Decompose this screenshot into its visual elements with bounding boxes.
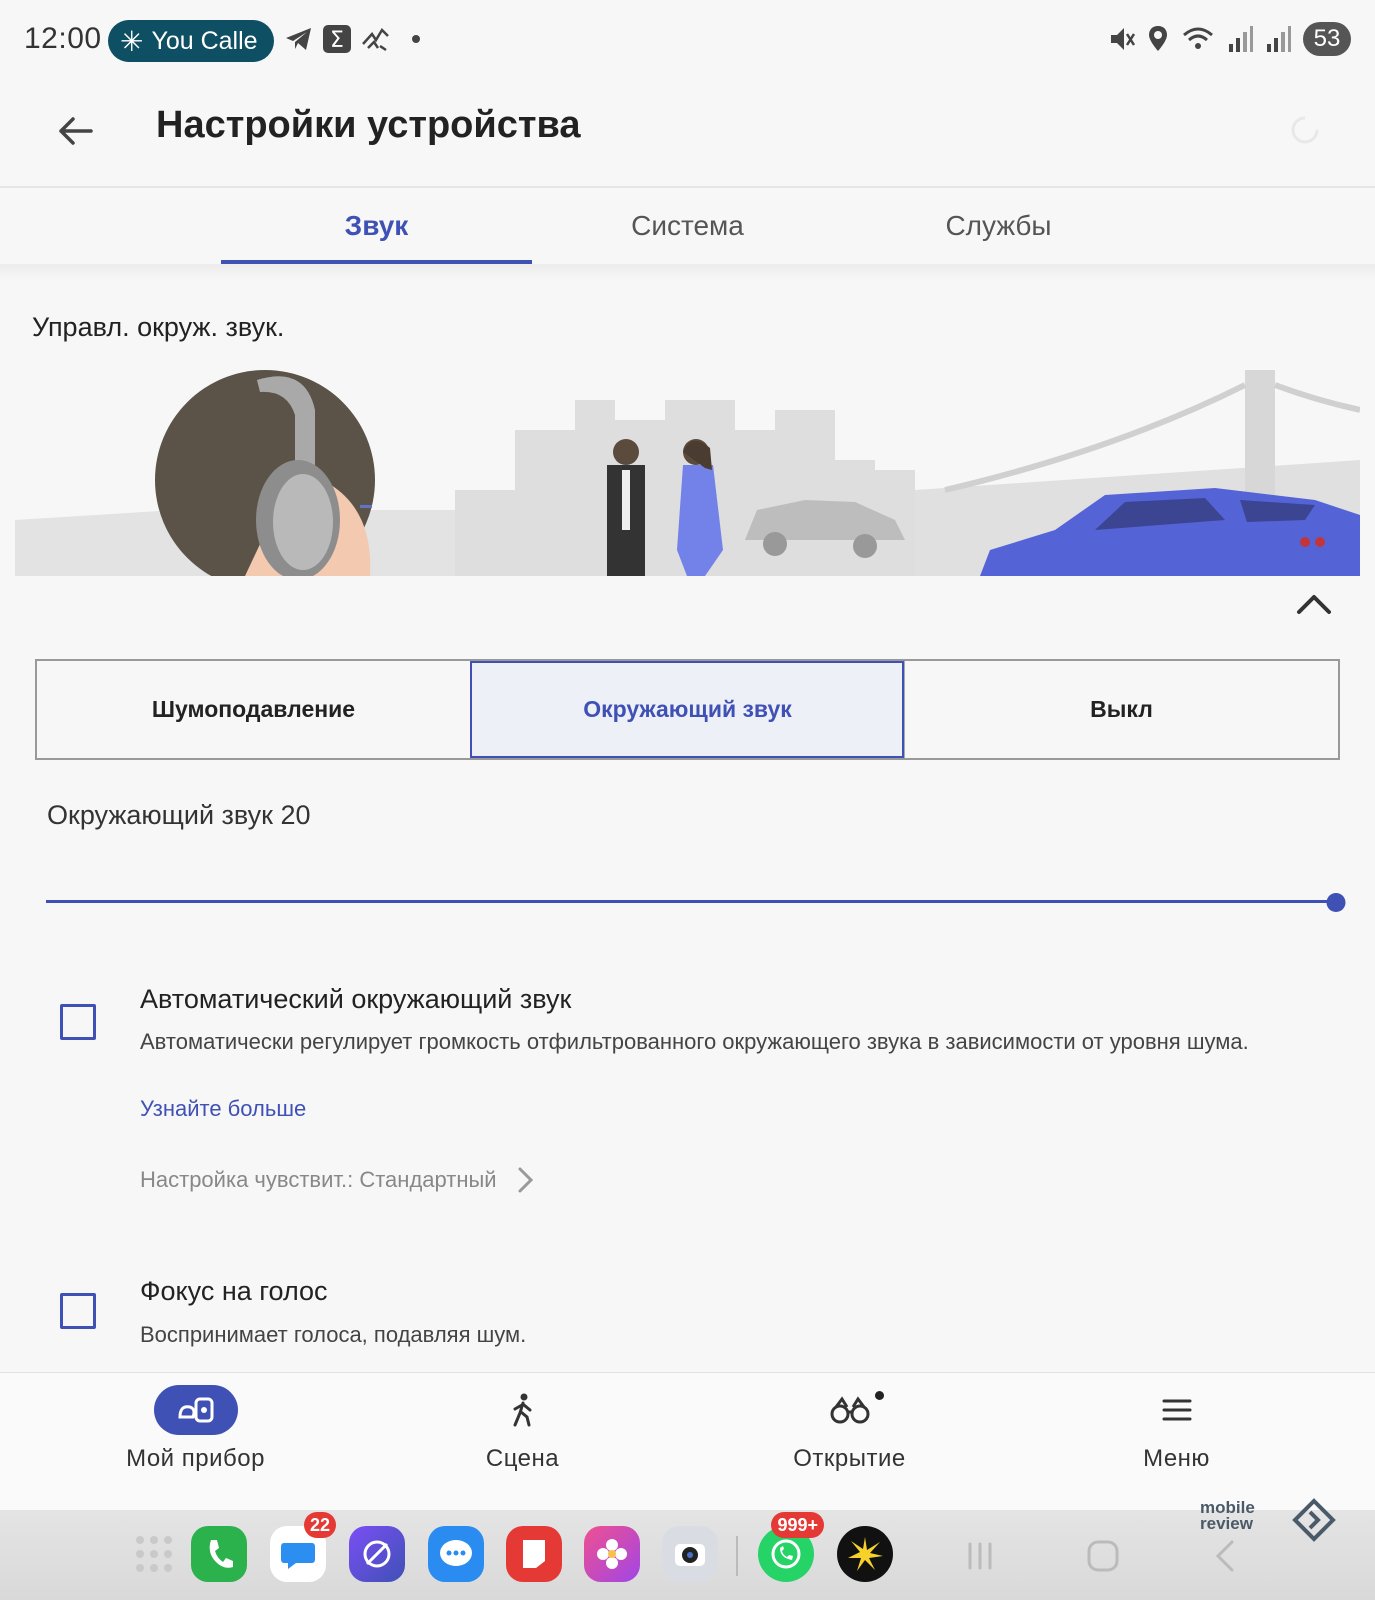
taskbar-dock: 22 999+ <box>0 1510 1375 1600</box>
binoculars-icon <box>830 1396 869 1424</box>
sigma-icon: Σ <box>323 25 351 53</box>
new-content-dot <box>874 1391 884 1400</box>
watermark-text: mobile review <box>1200 1498 1255 1533</box>
app-drawer-icon[interactable] <box>126 1526 182 1582</box>
camera-app-icon[interactable] <box>662 1526 718 1582</box>
bottom-navigation: Мой прибор Сцена Открытие Меню <box>0 1372 1375 1512</box>
signal-icon <box>1267 26 1291 52</box>
recents-button[interactable] <box>962 1538 998 1574</box>
tab-services[interactable]: Службы <box>843 188 1154 264</box>
learn-more-link[interactable]: Узнайте больше <box>140 1096 306 1122</box>
walking-person-icon <box>513 1393 531 1427</box>
status-bar: 12:00 ✳ You Calle Σ 53 <box>0 0 1375 80</box>
nav-label-scene: Сцена <box>485 1445 560 1472</box>
telegram-icon <box>286 28 311 50</box>
ambient-level-slider[interactable] <box>46 893 1346 912</box>
chat-app-icon[interactable] <box>428 1526 484 1582</box>
messages-app-icon[interactable]: 22 <box>270 1512 336 1582</box>
tabs-divider <box>0 264 1375 280</box>
chevron-right-icon <box>518 1167 533 1193</box>
nav-my-device[interactable]: Мой прибор <box>32 1373 359 1512</box>
nav-menu[interactable]: Меню <box>1013 1373 1340 1512</box>
auto-ambient-description: Автоматически регулирует громкость отфил… <box>140 1029 1249 1054</box>
slider-thumb[interactable] <box>1326 893 1346 912</box>
app-bar: Настройки устройства <box>0 80 1375 188</box>
sensitivity-label: Настройка чувствит.: Стандартный <box>140 1167 497 1192</box>
ambient-illustration <box>15 370 1360 576</box>
voice-focus-checkbox[interactable] <box>60 1293 96 1329</box>
ambient-mode-selector: Шумоподавление Окружающий звук Выкл <box>35 659 1340 760</box>
mode-off[interactable]: Выкл <box>904 661 1338 758</box>
call-pill[interactable]: ✳ You Calle <box>108 20 274 62</box>
call-pill-label: You Calle <box>151 26 258 55</box>
youcaller-app-icon[interactable] <box>837 1526 893 1582</box>
system-status: 53 <box>1109 22 1351 56</box>
auto-ambient-title: Автоматический окружающий звук <box>140 984 572 1014</box>
refresh-icon[interactable] <box>1285 110 1325 150</box>
home-button[interactable] <box>1085 1538 1121 1574</box>
nav-label-discover: Открытие <box>793 1445 906 1472</box>
nav-scene[interactable]: Сцена <box>359 1373 686 1512</box>
voice-focus-description: Воспринимает голоса, подавляя шум. <box>140 1322 527 1347</box>
section-title: Управл. окруж. звук. <box>32 312 285 342</box>
mode-ambient[interactable]: Окружающий звук <box>470 661 904 758</box>
dock-divider <box>736 1536 738 1576</box>
back-button[interactable] <box>50 106 100 156</box>
wifi-icon <box>1183 27 1213 49</box>
browser-app-icon[interactable] <box>349 1526 405 1582</box>
svg-text:Σ: Σ <box>330 28 344 53</box>
whatsapp-badge: 999+ <box>771 1512 824 1538</box>
bird-icon <box>362 27 389 52</box>
status-time: 12:00 <box>24 22 102 55</box>
signal-icon <box>1229 26 1253 52</box>
nav-label-menu: Меню <box>1143 1445 1210 1472</box>
sparkle-icon: ✳ <box>120 25 144 57</box>
earbuds-icon <box>177 1397 213 1423</box>
nav-label-my-device: Мой прибор <box>126 1445 265 1472</box>
slider-track <box>46 900 1336 903</box>
ambient-level-label: Окружающий звук 20 <box>47 800 311 830</box>
notification-dot <box>412 35 420 43</box>
messages-badge: 22 <box>303 1512 336 1538</box>
notes-app-icon[interactable] <box>506 1526 562 1582</box>
arrow-left-icon <box>59 117 93 145</box>
gallery-app-icon[interactable] <box>584 1526 640 1582</box>
location-icon <box>1149 26 1167 51</box>
notification-icons: Σ <box>284 24 420 54</box>
mode-noise-cancel[interactable]: Шумоподавление <box>37 661 470 758</box>
tab-system[interactable]: Система <box>532 188 843 264</box>
tab-bar: Звук Система Службы <box>0 188 1375 264</box>
watermark: mobile review <box>1200 1494 1340 1544</box>
voice-focus-title: Фокус на голос <box>140 1276 328 1306</box>
auto-ambient-checkbox[interactable] <box>60 1004 96 1040</box>
whatsapp-app-icon[interactable]: 999+ <box>758 1512 824 1582</box>
phone-app-icon[interactable] <box>191 1526 247 1582</box>
chevron-up-icon[interactable] <box>1296 590 1332 620</box>
sensitivity-setting[interactable]: Настройка чувствит.: Стандартный <box>140 1166 535 1194</box>
hamburger-menu-icon <box>1162 1399 1191 1421</box>
tab-sound[interactable]: Звук <box>221 188 532 264</box>
nav-discover[interactable]: Открытие <box>686 1373 1013 1512</box>
battery-indicator: 53 <box>1303 22 1351 56</box>
page-title: Настройки устройства <box>156 104 581 146</box>
mute-icon <box>1111 28 1135 50</box>
watermark-logo-icon <box>1292 1498 1336 1542</box>
